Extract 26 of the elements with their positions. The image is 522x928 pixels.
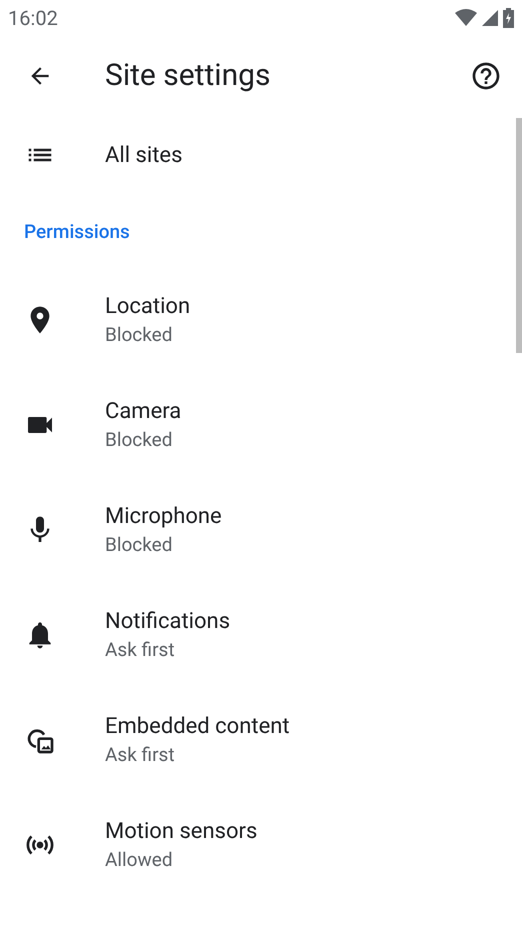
permission-title: Camera [105, 398, 182, 424]
status-time: 16:02 [8, 6, 58, 30]
permission-item[interactable]: Embedded content Ask first [0, 687, 514, 792]
wifi-icon [455, 9, 477, 27]
permission-item[interactable]: Motion sensors Allowed [0, 792, 514, 897]
permission-status: Allowed [105, 848, 174, 870]
permission-title: Microphone [105, 504, 222, 528]
permission-title: Location [105, 294, 190, 318]
battery-icon [503, 8, 514, 28]
permission-item[interactable]: Camera Blocked [0, 372, 514, 477]
permission-status: Blocked [105, 322, 174, 346]
cellular-signal-icon [481, 9, 499, 27]
all-sites-item[interactable]: All sites [0, 115, 514, 195]
permission-status: Blocked [105, 532, 174, 556]
help-icon [470, 60, 502, 92]
section-header: Permissions [23, 218, 131, 244]
permission-title: Embedded content [105, 714, 290, 738]
permission-status: Ask first [105, 742, 176, 766]
permission-item[interactable]: Microphone Blocked [0, 477, 514, 582]
permission-item[interactable]: Location Blocked [0, 267, 514, 372]
page-title: Site settings [105, 58, 272, 93]
permission-status: Ask first [105, 638, 176, 660]
permission-item[interactable]: Notifications Ask first [0, 582, 514, 687]
permission-title: Motion sensors [105, 818, 258, 844]
permission-status: Blocked [105, 428, 174, 450]
permission-title: Notifications [105, 608, 230, 634]
